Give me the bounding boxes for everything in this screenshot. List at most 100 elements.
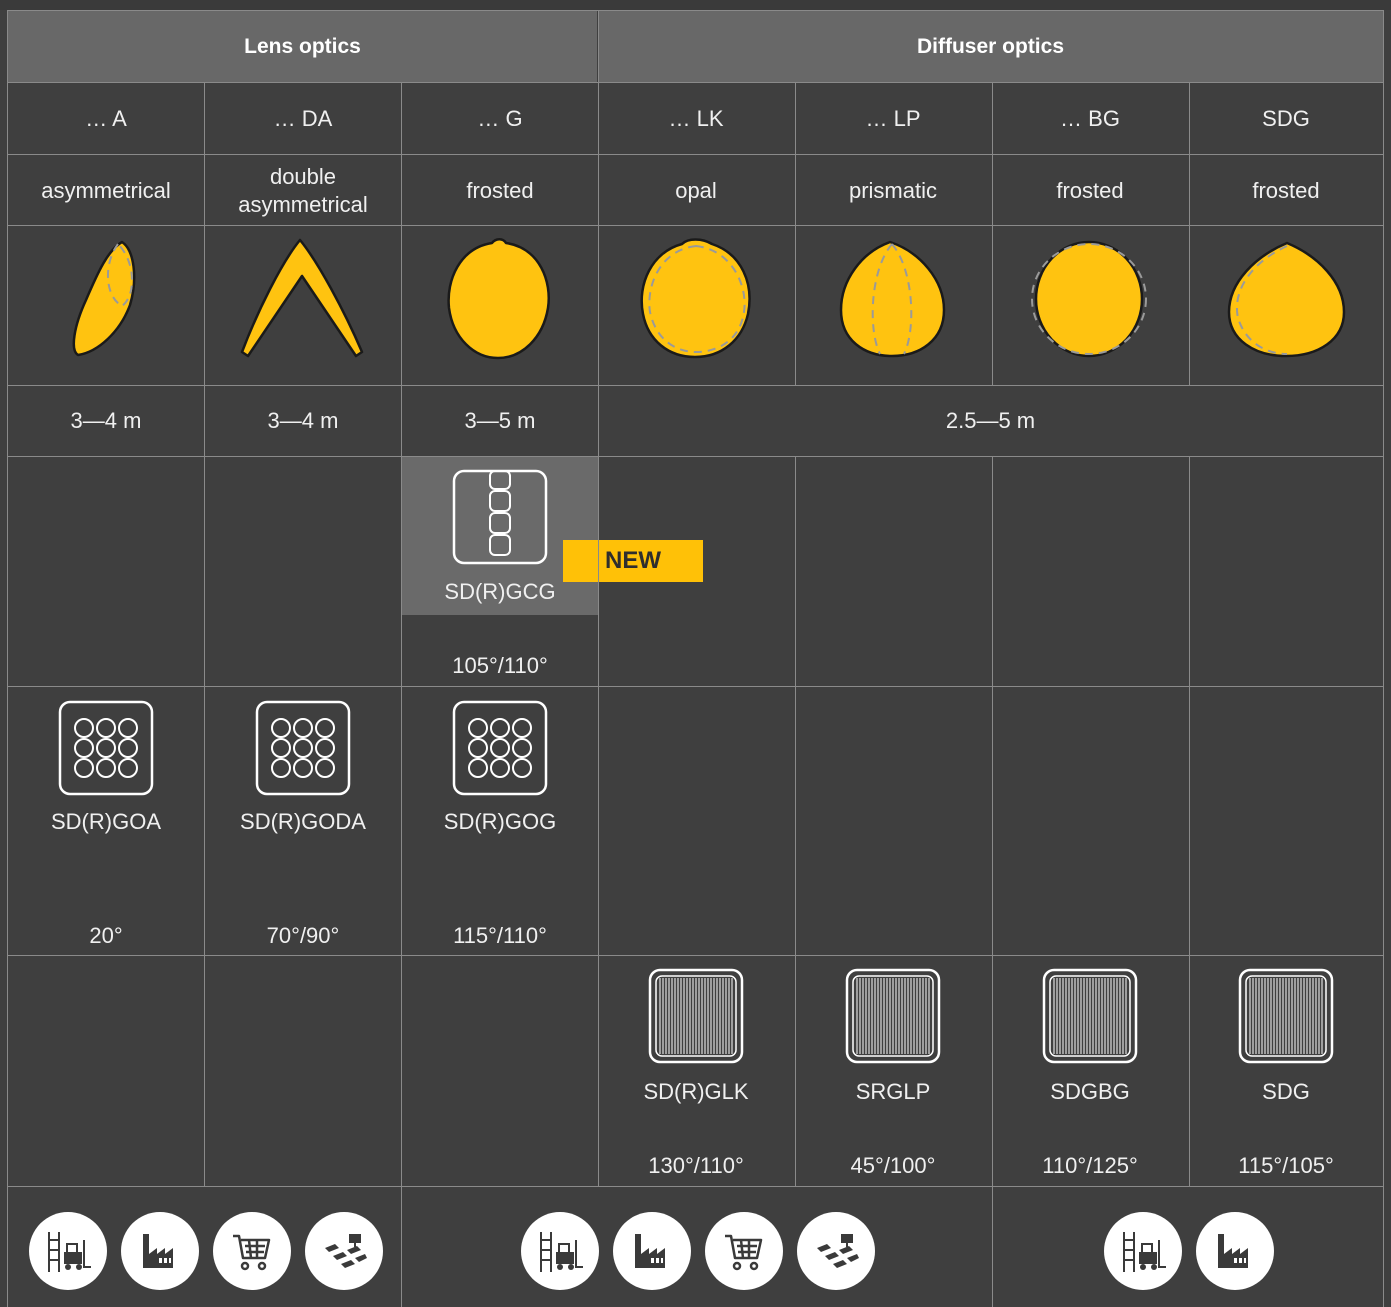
- optic-type: prismatic: [848, 177, 937, 203]
- factory-icon: [613, 1212, 691, 1290]
- light-distribution-row: [72, 238, 1346, 360]
- opal-distribution-icon: [640, 238, 751, 359]
- warehouse-icon: [1104, 1212, 1182, 1290]
- beam-angle: 110°/125°: [1042, 1153, 1138, 1178]
- frosted-diffuser-distribution-icon: [1034, 240, 1144, 358]
- lens-matrix-icon: [58, 700, 154, 796]
- product-cell-sdrgog: SD(R)GOG 115°/110°: [402, 687, 598, 955]
- product-name: SD(R)GODA: [240, 809, 366, 834]
- column-code: … LP: [865, 105, 921, 131]
- lens-optics-header: Lens optics: [8, 11, 597, 82]
- frosted-distribution-icon: [447, 238, 550, 360]
- diffuser-panel-icon: [1238, 968, 1334, 1064]
- grid-line: [795, 82, 796, 385]
- product-cell-sdrglk: SD(R)GLK 130°/110°: [598, 956, 794, 1186]
- grid-line: [1189, 456, 1190, 1186]
- grid-line: [204, 385, 205, 456]
- grid-line: [7, 456, 1384, 457]
- optic-type: asymmetrical: [41, 177, 171, 203]
- grid-line: [7, 225, 1384, 226]
- top-frame: [0, 0, 1391, 10]
- column-code: … G: [477, 105, 523, 131]
- new-badge: NEW: [563, 540, 703, 582]
- linear-optic-icon: [452, 469, 548, 565]
- grid-line: [795, 456, 796, 1186]
- column-code: … LK: [668, 105, 724, 131]
- double-asymmetric-distribution-icon: [240, 238, 364, 358]
- shopping-cart-icon: [705, 1212, 783, 1290]
- diffuser-panel-icon: [648, 968, 744, 1064]
- grid-line: [992, 82, 993, 385]
- office-icon: [797, 1212, 875, 1290]
- factory-icon: [1196, 1212, 1274, 1290]
- office-icon: [305, 1212, 383, 1290]
- product-cell-sdrgoda: SD(R)GODA 70°/90°: [205, 687, 401, 955]
- grid-line: [7, 154, 1384, 155]
- grid-line: [598, 82, 599, 385]
- mounting-height: 3—4 m: [70, 408, 142, 433]
- grid-line: [7, 1186, 1384, 1187]
- optic-type: frosted: [1252, 177, 1320, 203]
- grid-line: [992, 456, 993, 1186]
- column-code: … BG: [1060, 105, 1120, 131]
- grid-line: [204, 82, 205, 385]
- grid-line: [1189, 82, 1190, 385]
- mounting-height: 3—5 m: [464, 408, 536, 433]
- mounting-height: 3—4 m: [267, 408, 339, 433]
- lens-matrix-icon: [255, 700, 351, 796]
- factory-icon: [121, 1212, 199, 1290]
- grid-line: [1383, 10, 1384, 1307]
- column-code: … A: [85, 105, 127, 131]
- beam-angle: 115°/105°: [1238, 1153, 1334, 1178]
- product-name: SD(R)GLK: [643, 1079, 749, 1104]
- product-name: SRGLP: [855, 1079, 931, 1104]
- applications-g-diffuser: [521, 1212, 875, 1290]
- optic-type: frosted: [1056, 177, 1124, 203]
- product-name: SDG: [1262, 1079, 1310, 1104]
- mounting-height: 2.5—5 m: [945, 408, 1036, 433]
- beam-angle: 70°/90°: [266, 923, 340, 948]
- diffuser-panel-icon: [1042, 968, 1138, 1064]
- beam-angle: 45°/100°: [850, 1153, 936, 1178]
- product-cell-sdg: SDG 115°/105°: [1189, 956, 1383, 1186]
- grid-line: [7, 10, 8, 1307]
- product-cell-sdrgoa: SD(R)GOA 20°: [8, 687, 204, 955]
- applications-lens: [29, 1212, 383, 1290]
- product-cell-srglp: SRGLP 45°/100°: [795, 956, 991, 1186]
- beam-angle: 105°/110°: [452, 653, 548, 678]
- product-name: SDGBG: [1050, 1079, 1130, 1104]
- grid-line: [7, 82, 1384, 83]
- grid-line: [598, 456, 599, 1186]
- column-code: … DA: [273, 105, 333, 131]
- grid-line: [992, 1186, 993, 1307]
- product-cell-sdgbg: SDGBG 110°/125°: [992, 956, 1188, 1186]
- optic-type: frosted: [466, 177, 534, 203]
- grid-line: [401, 385, 402, 456]
- grid-line: [7, 385, 1384, 386]
- warehouse-icon: [29, 1212, 107, 1290]
- lens-matrix-icon: [452, 700, 548, 796]
- shopping-cart-icon: [213, 1212, 291, 1290]
- grid-line: [401, 1186, 402, 1307]
- beam-angle: 130°/110°: [648, 1153, 744, 1178]
- grid-line: [598, 385, 599, 456]
- product-name: SD(R)GCG: [444, 579, 556, 604]
- sdg-distribution-icon: [1227, 241, 1346, 358]
- optic-type: double asymmetrical: [238, 163, 368, 217]
- column-code: SDG: [1262, 105, 1310, 131]
- applications-diffuser: [1104, 1212, 1274, 1290]
- beam-angle: 20°: [89, 923, 123, 948]
- grid-line: [204, 456, 205, 1186]
- optic-type: opal: [675, 177, 717, 203]
- grid-line: [401, 82, 402, 385]
- product-name: SD(R)GOA: [51, 809, 161, 834]
- prismatic-distribution-icon: [839, 240, 946, 358]
- optics-comparison-table: Lens optics Diffuser optics … A … DA … G…: [0, 0, 1391, 1307]
- grid-line: [598, 10, 599, 82]
- diffuser-panel-icon: [845, 968, 941, 1064]
- product-name: SD(R)GOG: [443, 809, 557, 834]
- asymmetric-distribution-icon: [72, 240, 136, 357]
- grid-line: [7, 955, 1384, 956]
- diffuser-optics-header: Diffuser optics: [598, 11, 1383, 82]
- beam-angle: 115°/110°: [453, 923, 547, 948]
